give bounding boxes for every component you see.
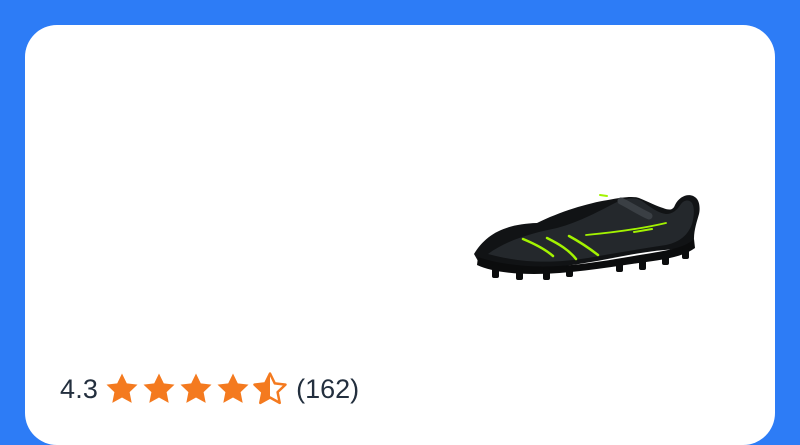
star-rating[interactable] (104, 371, 288, 407)
partial-star-icon (253, 372, 287, 405)
full-star-icon (106, 373, 138, 403)
green-accent (599, 194, 608, 197)
full-star-icon (143, 373, 175, 403)
cleat-stud (543, 268, 550, 280)
cleat-stud (492, 264, 499, 278)
review-count-link[interactable]: (162) (296, 374, 359, 405)
cleat-stud (682, 248, 689, 259)
cleat-stud (566, 266, 573, 277)
full-star-icon (217, 373, 249, 403)
cleat-stud (516, 268, 523, 280)
cleat-stud (616, 260, 623, 272)
rating-row[interactable]: 4.3 (162) (60, 369, 359, 409)
cleat-stud (662, 253, 669, 265)
product-card[interactable]: 4.3 (162) (25, 25, 775, 445)
product-image[interactable] (468, 190, 700, 282)
full-star-icon (180, 373, 212, 403)
rating-value: 4.3 (60, 373, 99, 404)
cleat-stud (639, 257, 646, 270)
